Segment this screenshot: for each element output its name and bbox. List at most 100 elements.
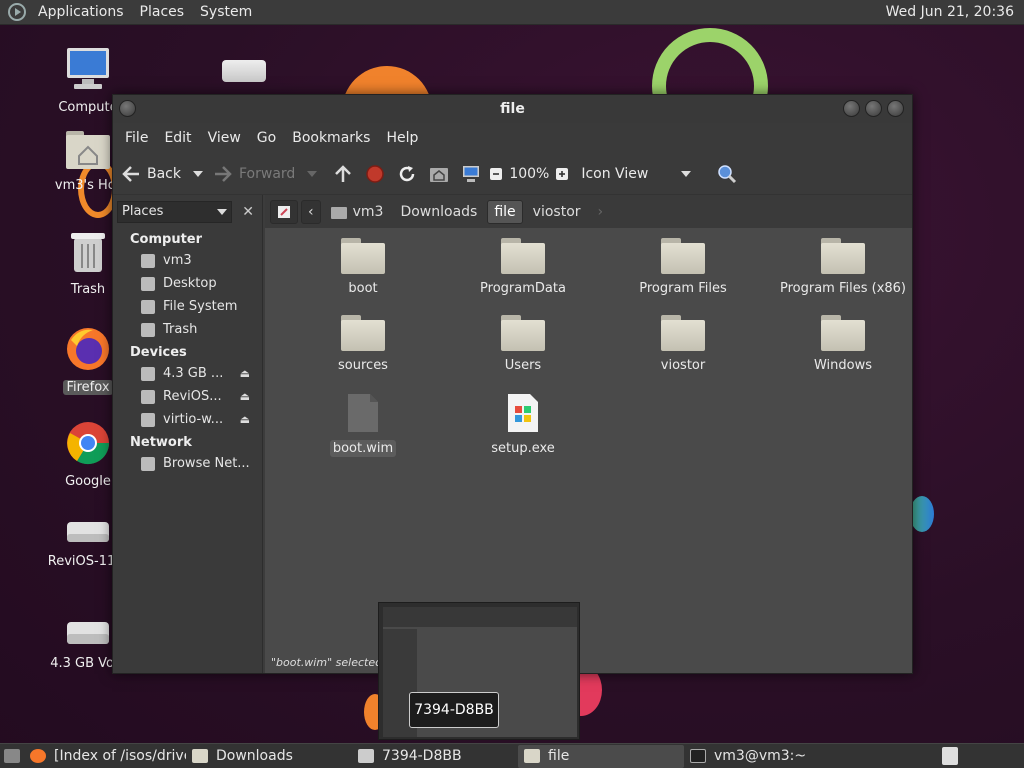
file-name: Program Files (x86) [779, 281, 907, 296]
path-segment-file[interactable]: file [487, 199, 523, 224]
path-bar: ‹ vm3 Downloads file viostor › [265, 195, 912, 228]
reload-icon[interactable] [397, 164, 417, 184]
window-titlebar[interactable]: file [113, 95, 912, 123]
file-item-viostor[interactable]: viostor [608, 315, 758, 374]
file-name: boot [348, 281, 378, 296]
taskbar-tooltip: 7394-D8BB [409, 692, 499, 728]
view-mode-label: Icon View [581, 165, 649, 182]
search-icon[interactable] [717, 164, 737, 184]
zoom-out-icon[interactable] [489, 167, 503, 181]
sidebar: Places ✕ Computer vm3 Desktop File Syste… [113, 195, 263, 673]
file-item-program-files-x86[interactable]: Program Files (x86) [768, 238, 918, 297]
taskbar-item-label: vm3@vm3:~ [714, 748, 807, 764]
show-desktop-button[interactable] [0, 745, 24, 768]
path-segment-viostor[interactable]: viostor [526, 200, 588, 224]
menu-bookmarks[interactable]: Bookmarks [284, 130, 378, 146]
maximize-button[interactable] [865, 100, 882, 117]
sidebar-item-virtio[interactable]: virtio-w... ⏏ [113, 408, 262, 431]
taskbar-item-terminal[interactable]: vm3@vm3:~ [684, 745, 850, 768]
drive-icon [141, 412, 155, 427]
close-button[interactable] [887, 100, 904, 117]
file-item-boot-wim[interactable]: boot.wim [288, 392, 438, 457]
file-item-boot[interactable]: boot [288, 238, 438, 297]
taskbar-item-firefox[interactable]: [Index of /isos/drive... [24, 745, 186, 768]
path-segment-downloads[interactable]: Downloads [393, 200, 484, 224]
file-item-programdata[interactable]: ProgramData [448, 238, 598, 297]
menu-edit[interactable]: Edit [156, 130, 199, 146]
sidebar-item-file-system[interactable]: File System [113, 295, 262, 318]
file-grid: boot ProgramData Program Files Program F… [265, 228, 912, 653]
sidebar-section-computer: Computer [130, 232, 203, 247]
menu-view[interactable]: View [200, 130, 249, 146]
taskbar-item-downloads[interactable]: Downloads [186, 745, 352, 768]
menu-go[interactable]: Go [249, 130, 284, 146]
sidebar-section-network: Network [130, 435, 192, 450]
edit-location-button[interactable] [270, 199, 298, 224]
home-icon[interactable] [429, 164, 449, 184]
workspace-switcher[interactable] [936, 745, 964, 768]
computer-icon[interactable] [461, 164, 481, 184]
eject-icon[interactable]: ⏏ [240, 367, 250, 380]
menu-places[interactable]: Places [132, 4, 193, 20]
chevron-down-icon [217, 208, 228, 215]
folder-icon [501, 238, 545, 274]
file-item-users[interactable]: Users [448, 315, 598, 374]
drive-icon [358, 749, 374, 763]
terminal-icon [690, 749, 706, 763]
sidebar-item-revios[interactable]: ReviOS... ⏏ [113, 385, 262, 408]
drive-icon [141, 366, 155, 381]
zoom-in-icon[interactable] [555, 167, 569, 181]
sidebar-item-label: virtio-w... [163, 412, 224, 427]
taskbar-item-label: Downloads [216, 748, 293, 764]
minimize-button[interactable] [843, 100, 860, 117]
menu-applications[interactable]: Applications [30, 4, 132, 20]
eject-icon[interactable]: ⏏ [240, 390, 250, 403]
desktop-icon-label: Trash [70, 282, 106, 297]
stop-icon[interactable] [365, 164, 385, 184]
file-item-windows[interactable]: Windows [768, 315, 918, 374]
eject-icon[interactable]: ⏏ [240, 413, 250, 426]
file-item-program-files[interactable]: Program Files [608, 238, 758, 297]
file-item-sources[interactable]: sources [288, 315, 438, 374]
clock[interactable]: Wed Jun 21, 20:36 [886, 4, 1024, 20]
path-scroll-right-button[interactable]: › [591, 200, 611, 224]
menu-file[interactable]: File [117, 130, 156, 146]
view-mode-select[interactable]: Icon View [581, 166, 701, 182]
path-segment-vm3[interactable]: vm3 [324, 200, 391, 224]
menu-system[interactable]: System [192, 4, 260, 20]
file-name: Users [504, 358, 542, 373]
menu-help[interactable]: Help [378, 130, 426, 146]
folder-icon [341, 238, 385, 274]
sidebar-item-trash[interactable]: Trash [113, 318, 262, 341]
firefox-icon [30, 749, 46, 763]
taskbar-item-7394-d8bb[interactable]: 7394-D8BB [352, 745, 518, 768]
trash-icon [141, 322, 155, 337]
file-name: ProgramData [480, 281, 566, 296]
drive-icon[interactable] [222, 60, 266, 82]
forward-button[interactable]: Forward [213, 164, 295, 184]
desktop-icon-label: Compute [58, 100, 118, 115]
path-scroll-left-button[interactable]: ‹ [301, 199, 321, 224]
zoom-level: 100% [509, 165, 550, 182]
back-button[interactable]: Back [121, 164, 181, 184]
home-icon [330, 206, 347, 219]
close-sidebar-icon[interactable]: ✕ [238, 202, 258, 222]
drive-icon [141, 389, 155, 404]
file-item-setup-exe[interactable]: setup.exe [448, 392, 598, 457]
distro-logo-icon[interactable] [8, 3, 26, 21]
sidebar-item-label: Browse Net... [163, 456, 250, 471]
sidebar-item-volume[interactable]: 4.3 GB ... ⏏ [113, 362, 262, 385]
forward-history-dropdown-icon[interactable] [307, 170, 318, 177]
up-arrow-icon[interactable] [333, 164, 353, 184]
pencil-icon [278, 205, 290, 218]
sidebar-item-label: Desktop [163, 276, 217, 291]
back-history-dropdown-icon[interactable] [193, 170, 203, 177]
taskbar-item-file[interactable]: file [518, 744, 684, 768]
sidebar-type-select[interactable]: Places [117, 200, 233, 223]
home-icon [141, 253, 155, 268]
bottom-taskbar: [Index of /isos/drive... Downloads 7394-… [0, 743, 1024, 768]
window-menu-button[interactable] [119, 100, 136, 117]
sidebar-item-browse-network[interactable]: Browse Net... [113, 452, 262, 475]
sidebar-item-desktop[interactable]: Desktop [113, 272, 262, 295]
sidebar-item-vm3[interactable]: vm3 [113, 249, 262, 272]
